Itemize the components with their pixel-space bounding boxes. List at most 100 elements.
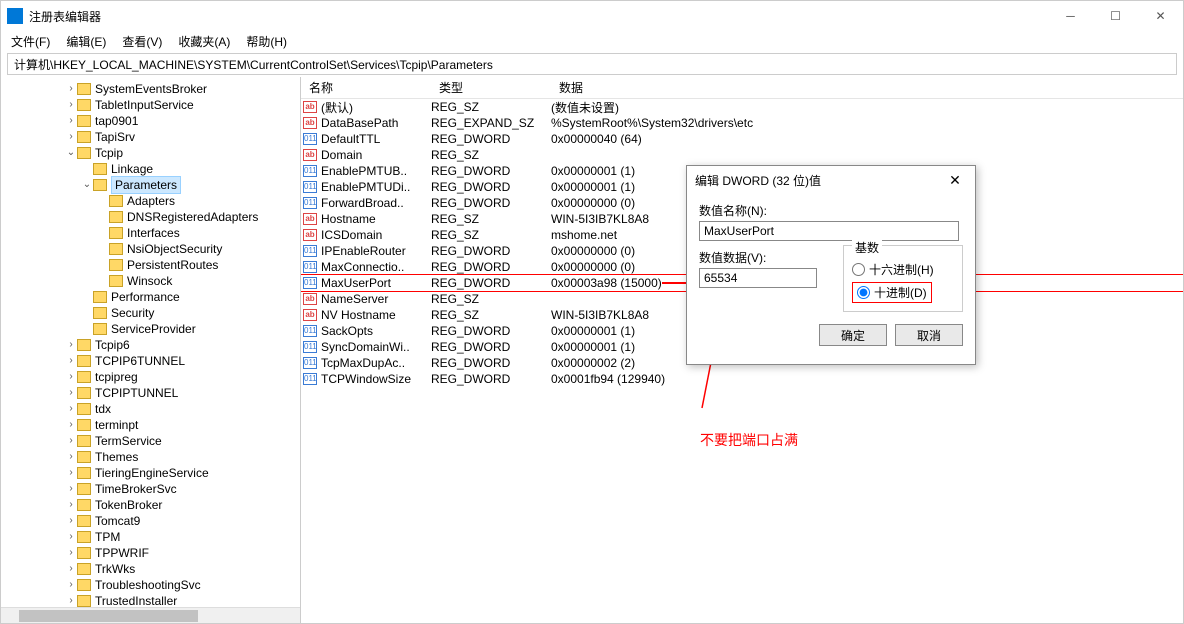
expand-icon[interactable]: › bbox=[65, 465, 77, 481]
folder-icon bbox=[77, 579, 91, 591]
folder-icon bbox=[77, 435, 91, 447]
expand-icon[interactable]: › bbox=[65, 129, 77, 145]
expand-icon[interactable]: › bbox=[65, 577, 77, 593]
registry-value-row[interactable]: abDataBasePathREG_EXPAND_SZ%SystemRoot%\… bbox=[301, 115, 1183, 131]
tree-item-label: tap0901 bbox=[95, 113, 138, 129]
expand-icon[interactable]: › bbox=[65, 337, 77, 353]
cancel-button[interactable]: 取消 bbox=[895, 324, 963, 346]
expand-icon[interactable]: › bbox=[65, 513, 77, 529]
tree-item[interactable]: › tap0901 bbox=[1, 113, 300, 129]
tree-item-label: PersistentRoutes bbox=[127, 257, 218, 273]
tree-item[interactable]: ›Tcpip6 bbox=[1, 337, 300, 353]
radio-hex[interactable] bbox=[852, 263, 865, 276]
expand-icon[interactable]: ⌄ bbox=[81, 177, 93, 193]
tree-item[interactable]: ›TermService bbox=[1, 433, 300, 449]
tree-item[interactable]: ›TPM bbox=[1, 529, 300, 545]
tree-item-label: TimeBrokerSvc bbox=[95, 481, 177, 497]
expand-icon[interactable]: › bbox=[65, 545, 77, 561]
tree-item[interactable]: ›TCPIP6TUNNEL bbox=[1, 353, 300, 369]
col-type[interactable]: 类型 bbox=[431, 79, 551, 96]
tree-item[interactable]: ›tcpipreg bbox=[1, 369, 300, 385]
tree-item[interactable]: NsiObjectSecurity bbox=[1, 241, 300, 257]
expand-icon[interactable]: › bbox=[65, 417, 77, 433]
tree-item[interactable]: PersistentRoutes bbox=[1, 257, 300, 273]
expand-icon[interactable]: › bbox=[65, 113, 77, 129]
tree-pane[interactable]: ›SystemEventsBroker›TabletInputService›t… bbox=[1, 77, 301, 623]
registry-value-row[interactable]: 011DefaultTTLREG_DWORD0x00000040 (64) bbox=[301, 131, 1183, 147]
expand-icon[interactable]: ⌄ bbox=[65, 145, 77, 161]
radio-dec-row[interactable]: 十进制(D) bbox=[852, 282, 932, 303]
folder-icon bbox=[77, 499, 91, 511]
expand-icon[interactable]: › bbox=[65, 561, 77, 577]
tree-item[interactable]: ›Tomcat9 bbox=[1, 513, 300, 529]
tree-item[interactable]: ›Themes bbox=[1, 449, 300, 465]
expand-icon[interactable]: › bbox=[65, 385, 77, 401]
tree-item[interactable]: ›TrkWks bbox=[1, 561, 300, 577]
expand-icon[interactable]: › bbox=[65, 433, 77, 449]
tree-item[interactable]: Performance bbox=[1, 289, 300, 305]
ok-button[interactable]: 确定 bbox=[819, 324, 887, 346]
tree-item[interactable]: Adapters bbox=[1, 193, 300, 209]
value-name: TCPWindowSize bbox=[319, 372, 431, 386]
tree-scrollbar-h[interactable] bbox=[1, 607, 300, 623]
dword-icon: 011 bbox=[303, 261, 317, 273]
tree-item[interactable]: Linkage bbox=[1, 161, 300, 177]
tree-item[interactable]: Interfaces bbox=[1, 225, 300, 241]
tree-item-label: Tcpip bbox=[95, 145, 123, 161]
expand-icon[interactable]: › bbox=[65, 97, 77, 113]
radio-dec[interactable] bbox=[857, 286, 870, 299]
tree-item[interactable]: Winsock bbox=[1, 273, 300, 289]
tree-item[interactable]: ›TapiSrv bbox=[1, 129, 300, 145]
expand-icon[interactable]: › bbox=[65, 353, 77, 369]
radio-hex-row[interactable]: 十六进制(H) bbox=[852, 261, 954, 278]
minimize-button[interactable]: ─ bbox=[1048, 1, 1093, 31]
expand-icon[interactable]: › bbox=[65, 401, 77, 417]
address-bar[interactable]: 计算机\HKEY_LOCAL_MACHINE\SYSTEM\CurrentCon… bbox=[7, 53, 1177, 75]
tree-item[interactable]: ›SystemEventsBroker bbox=[1, 81, 300, 97]
menu-help[interactable]: 帮助(H) bbox=[240, 31, 293, 52]
tree-item-label: Parameters bbox=[111, 176, 181, 194]
tree-item[interactable]: ›TabletInputService bbox=[1, 97, 300, 113]
value-data: (数值未设置) bbox=[551, 99, 1183, 116]
menu-favorites[interactable]: 收藏夹(A) bbox=[172, 31, 236, 52]
expand-icon[interactable]: › bbox=[65, 449, 77, 465]
tree-item[interactable]: ›TieringEngineService bbox=[1, 465, 300, 481]
menu-view[interactable]: 查看(V) bbox=[116, 31, 168, 52]
tree-item-label: TokenBroker bbox=[95, 497, 162, 513]
registry-value-row[interactable]: abDomainREG_SZ bbox=[301, 147, 1183, 163]
registry-value-row[interactable]: 011TCPWindowSizeREG_DWORD0x0001fb94 (129… bbox=[301, 371, 1183, 387]
col-name[interactable]: 名称 bbox=[301, 79, 431, 96]
tree-item[interactable]: › TimeBrokerSvc bbox=[1, 481, 300, 497]
registry-value-row[interactable]: ab(默认)REG_SZ(数值未设置) bbox=[301, 99, 1183, 115]
value-name-input[interactable] bbox=[699, 221, 959, 241]
expand-icon[interactable]: › bbox=[65, 497, 77, 513]
maximize-button[interactable]: ☐ bbox=[1093, 1, 1138, 31]
close-button[interactable]: ✕ bbox=[1138, 1, 1183, 31]
expand-icon[interactable]: › bbox=[65, 481, 77, 497]
menu-edit[interactable]: 编辑(E) bbox=[60, 31, 112, 52]
expand-icon[interactable]: › bbox=[65, 81, 77, 97]
expand-icon[interactable]: › bbox=[65, 369, 77, 385]
tree-item[interactable]: ServiceProvider bbox=[1, 321, 300, 337]
tree-item[interactable]: DNSRegisteredAdapters bbox=[1, 209, 300, 225]
tree-item[interactable]: ⌄ Tcpip bbox=[1, 145, 300, 161]
tree-item[interactable]: › TokenBroker bbox=[1, 497, 300, 513]
menu-file[interactable]: 文件(F) bbox=[5, 31, 56, 52]
tree-item[interactable]: ›tdx bbox=[1, 401, 300, 417]
expand-icon[interactable]: › bbox=[65, 529, 77, 545]
value-type: REG_DWORD bbox=[431, 164, 551, 178]
tree-item[interactable]: ›terminpt bbox=[1, 417, 300, 433]
value-type: REG_DWORD bbox=[431, 276, 551, 290]
value-data-input[interactable] bbox=[699, 268, 817, 288]
tree-item[interactable]: ›TroubleshootingSvc bbox=[1, 577, 300, 593]
tree-item[interactable]: ⌄ Parameters bbox=[1, 177, 300, 193]
dialog-close-icon[interactable]: ✕ bbox=[943, 172, 967, 189]
dword-icon: 011 bbox=[303, 357, 317, 369]
folder-icon bbox=[77, 99, 91, 111]
tree-item[interactable]: ›TCPIPTUNNEL bbox=[1, 385, 300, 401]
dword-icon: 011 bbox=[303, 373, 317, 385]
col-data[interactable]: 数据 bbox=[551, 79, 1183, 96]
dword-icon: 011 bbox=[303, 325, 317, 337]
tree-item[interactable]: Security bbox=[1, 305, 300, 321]
tree-item[interactable]: ›TPPWRIF bbox=[1, 545, 300, 561]
